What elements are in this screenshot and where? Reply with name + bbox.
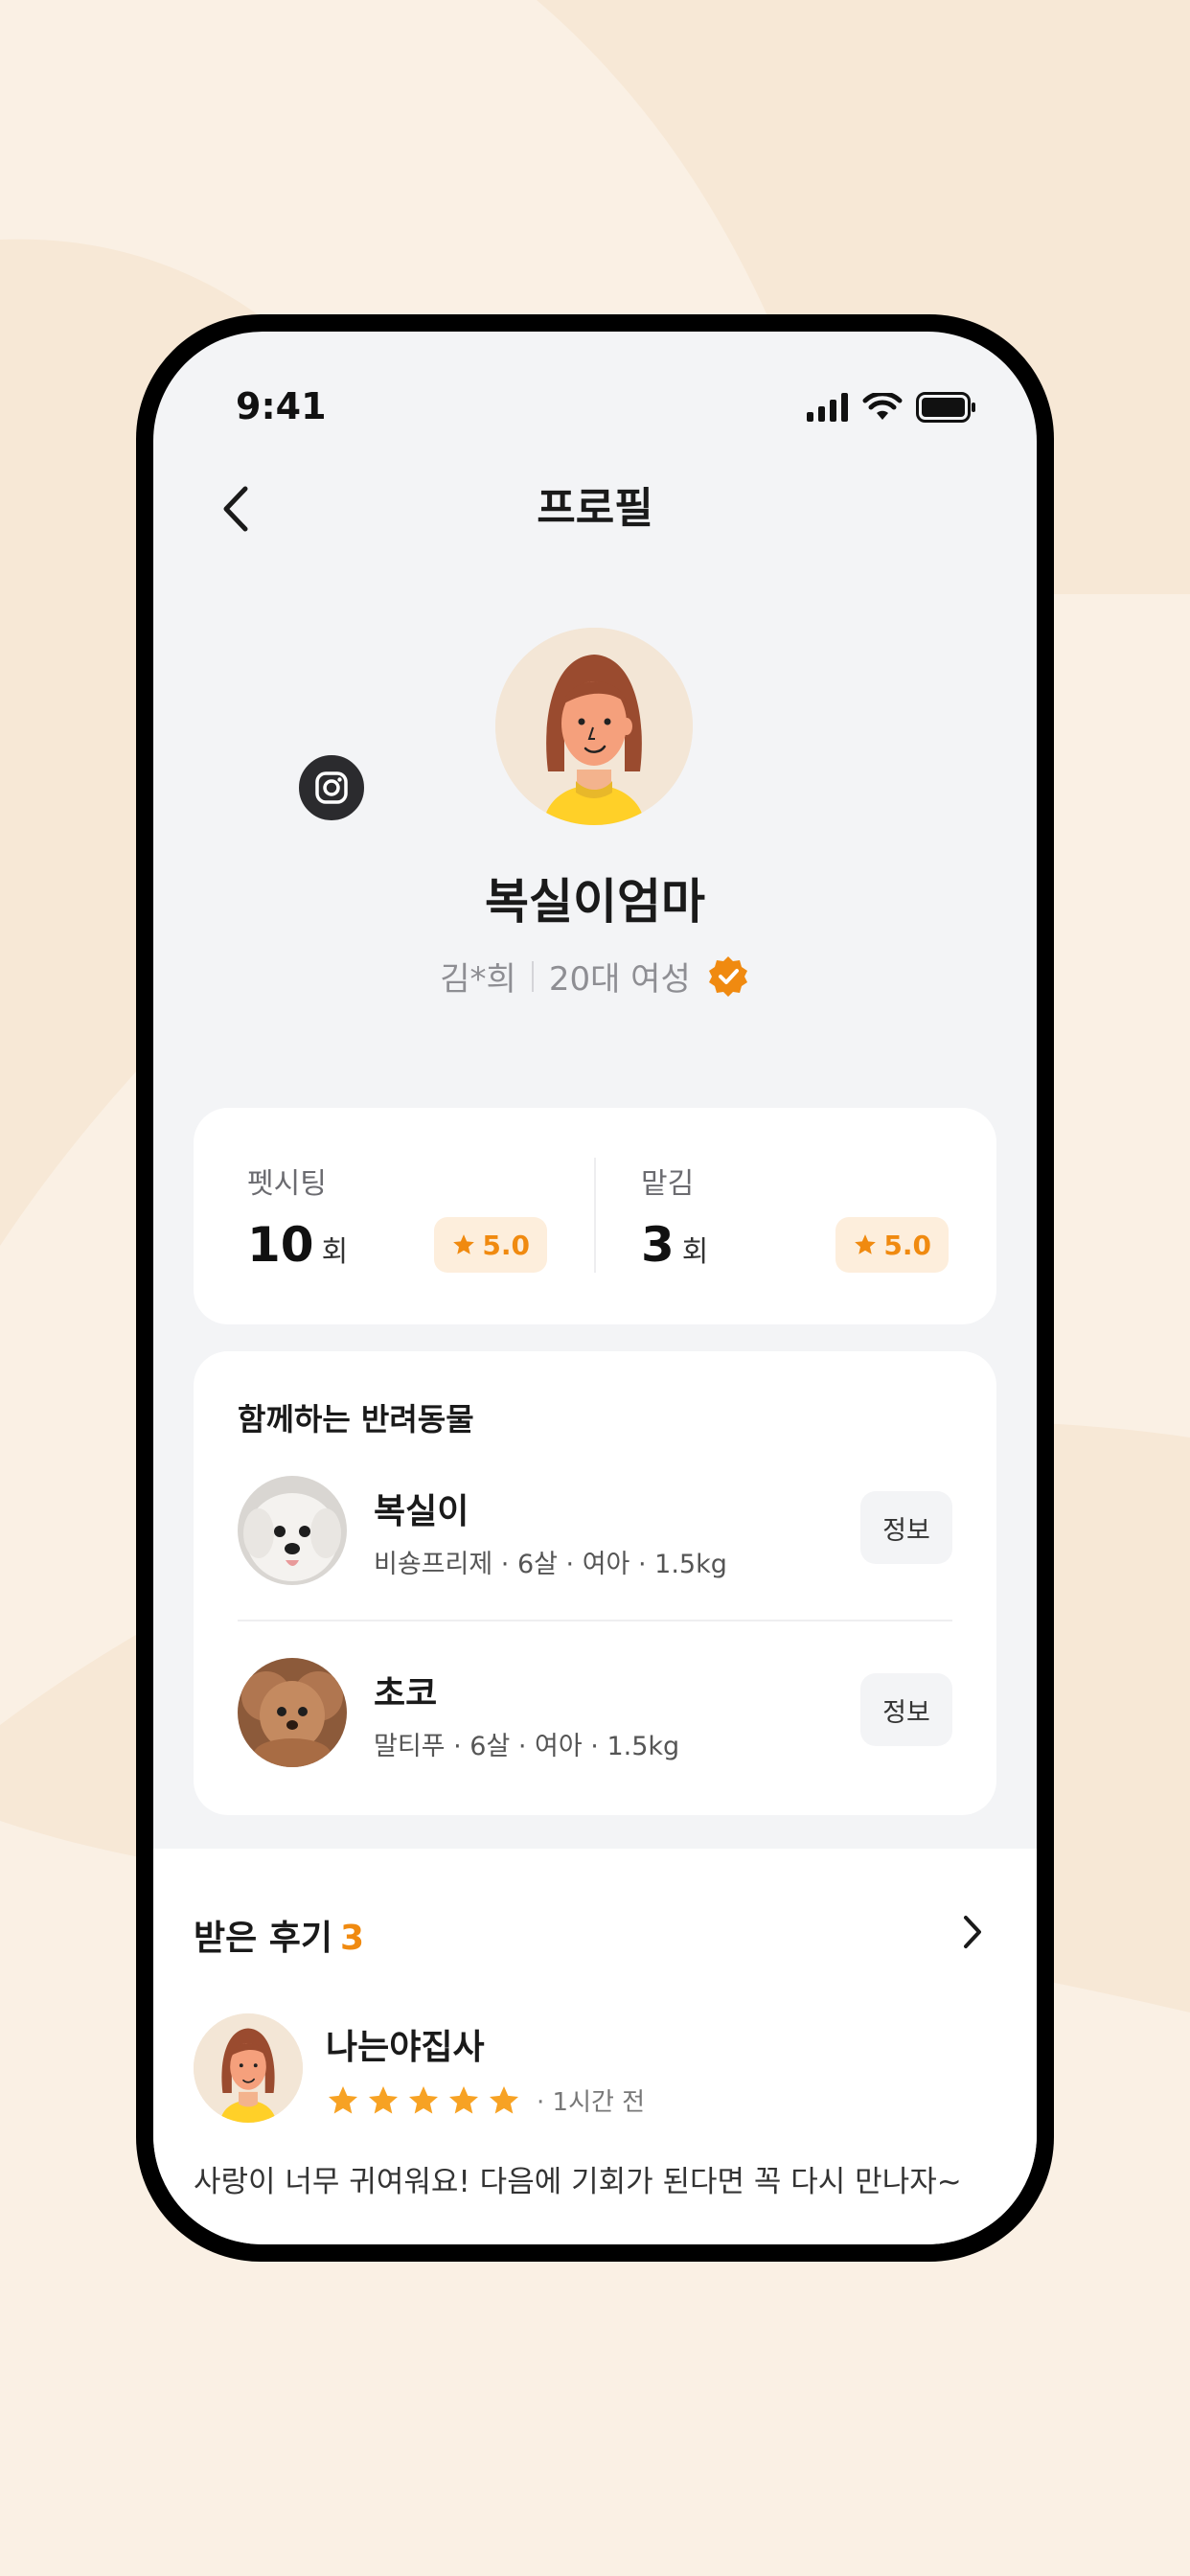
reviews-count: 3 [340,1919,365,1958]
phone-frame: 9:41 프로필 복실이엄마 김*희 20대 여성 펫시팅 10 회 5.0 맡… [136,314,1054,2262]
profile-avatar[interactable] [495,628,693,825]
activity-stats-card: 펫시팅 10 회 5.0 맡김 3 회 5.0 [194,1108,996,1324]
rating-value: 5.0 [883,1229,931,1261]
pet-info-button[interactable]: 정보 [860,1673,952,1746]
app-screen: 9:41 프로필 복실이엄마 김*희 20대 여성 펫시팅 10 회 5.0 맡… [153,332,1037,2244]
review-rating: · 1시간 전 [326,2082,645,2118]
stat-label: 펫시팅 [247,1167,327,1201]
star-icon [855,1234,877,1254]
pet-description: 비숑프리제 · 6살 · 여아 · 1.5kg [374,1550,727,1579]
star-icon [329,2085,357,2113]
reviews-section: 받은 후기 3 나는야집사 · 1시간 전 사랑이 너무 귀여워요! 다음에 기… [153,1849,1037,2244]
reviewer-name: 나는야집사 [326,2028,485,2067]
meta-divider [531,960,534,992]
review-time: · 1시간 전 [537,2088,646,2117]
stat-unit: 회 [681,1235,709,1269]
stat-count: 3 [641,1217,675,1273]
pet-name: 복실이 [374,1492,469,1531]
stat-unit: 회 [321,1235,349,1269]
reviews-more-button[interactable] [949,1908,996,1956]
battery-icon [916,392,975,423]
pet-description: 말티푸 · 6살 · 여아 · 1.5kg [374,1732,680,1761]
profile-meta: 김*희 20대 여성 [153,953,1037,1000]
star-icon [369,2085,398,2113]
pet-info-button[interactable]: 정보 [860,1491,952,1564]
pet-name: 초코 [374,1674,438,1714]
woman-avatar-illustration [194,2013,303,2123]
stat-label: 맡김 [641,1167,695,1201]
stat-entrust: 맡김 3 회 5.0 [595,1108,996,1324]
verified-badge-icon [706,954,750,999]
pet-list-item: 초코 말티푸 · 6살 · 여아 · 1.5kg 정보 [238,1658,952,1773]
cellular-signal-icon [807,393,848,422]
pets-section-title: 함께하는 반려동물 [238,1401,474,1438]
stat-count: 10 [247,1217,314,1273]
profile-nickname: 복실이엄마 [485,874,705,930]
star-icon [453,1234,475,1254]
profile-avatar-wrap [495,628,697,829]
star-icon [449,2085,478,2113]
pet-photo-maltipoo [238,1658,347,1767]
status-icons [807,391,977,424]
instagram-button[interactable] [295,751,368,824]
profile-real-name: 김*희 [440,960,516,999]
rating-value: 5.0 [482,1229,530,1261]
stat-petsitting: 펫시팅 10 회 5.0 [194,1108,595,1324]
pet-photo-bichon [238,1476,347,1585]
reviewer-avatar [194,2013,303,2123]
reviews-header: 받은 후기 3 [194,1910,364,1960]
star-icon [409,2085,438,2113]
status-time: 9:41 [236,385,327,427]
stat-value: 3 회 [641,1217,708,1273]
woman-avatar-illustration [495,628,693,825]
review-text: 사랑이 너무 귀여워요! 다음에 기회가 된다면 꼭 다시 만나자~ [194,2165,962,2199]
pets-card: 함께하는 반려동물 복실이 비숑프리제 · 6살 · 여아 · 1.5kg 정보… [194,1351,996,1815]
wifi-icon [862,393,903,420]
star-icon [490,2085,518,2113]
profile-demographic: 20대 여성 [548,960,691,999]
pet-list-item: 복실이 비숑프리제 · 6살 · 여아 · 1.5kg 정보 [238,1476,952,1591]
chevron-right-icon [964,1916,981,1948]
rating-chip: 5.0 [835,1217,949,1273]
pet-divider [238,1620,952,1622]
reviews-title: 받은 후기 [194,1919,333,1958]
instagram-icon [315,771,348,804]
page-title: 프로필 [537,484,653,533]
stat-value: 10 회 [247,1217,348,1273]
rating-chip: 5.0 [434,1217,547,1273]
